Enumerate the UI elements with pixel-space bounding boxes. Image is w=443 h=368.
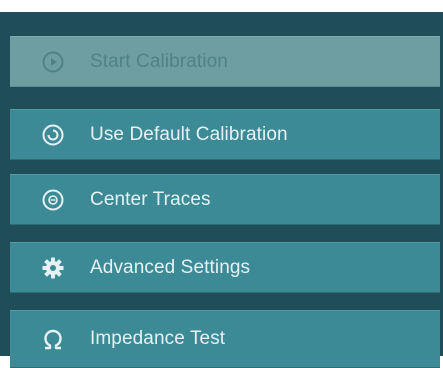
- advanced-settings-label: Advanced Settings: [90, 256, 251, 278]
- center-traces-label: Center Traces: [90, 188, 211, 210]
- start-calibration-label: Start Calibration: [90, 50, 228, 72]
- start-calibration-button: Start Calibration: [10, 36, 440, 87]
- center-traces-button[interactable]: Center Traces: [10, 174, 440, 225]
- impedance-test-label: Impedance Test: [90, 328, 226, 349]
- advanced-settings-button[interactable]: Advanced Settings: [10, 242, 440, 293]
- gear-icon: [40, 255, 66, 281]
- omega-icon: [40, 326, 66, 352]
- use-default-calibration-label: Use Default Calibration: [90, 123, 288, 145]
- play-circle-icon: [40, 49, 66, 75]
- center-circle-icon: [40, 187, 66, 213]
- use-default-calibration-button[interactable]: Use Default Calibration: [10, 109, 440, 160]
- impedance-test-button[interactable]: Impedance Test: [10, 310, 440, 368]
- target-circle-icon: [40, 122, 66, 148]
- calibration-menu-panel: Start Calibration Use Default Calibratio…: [0, 12, 443, 368]
